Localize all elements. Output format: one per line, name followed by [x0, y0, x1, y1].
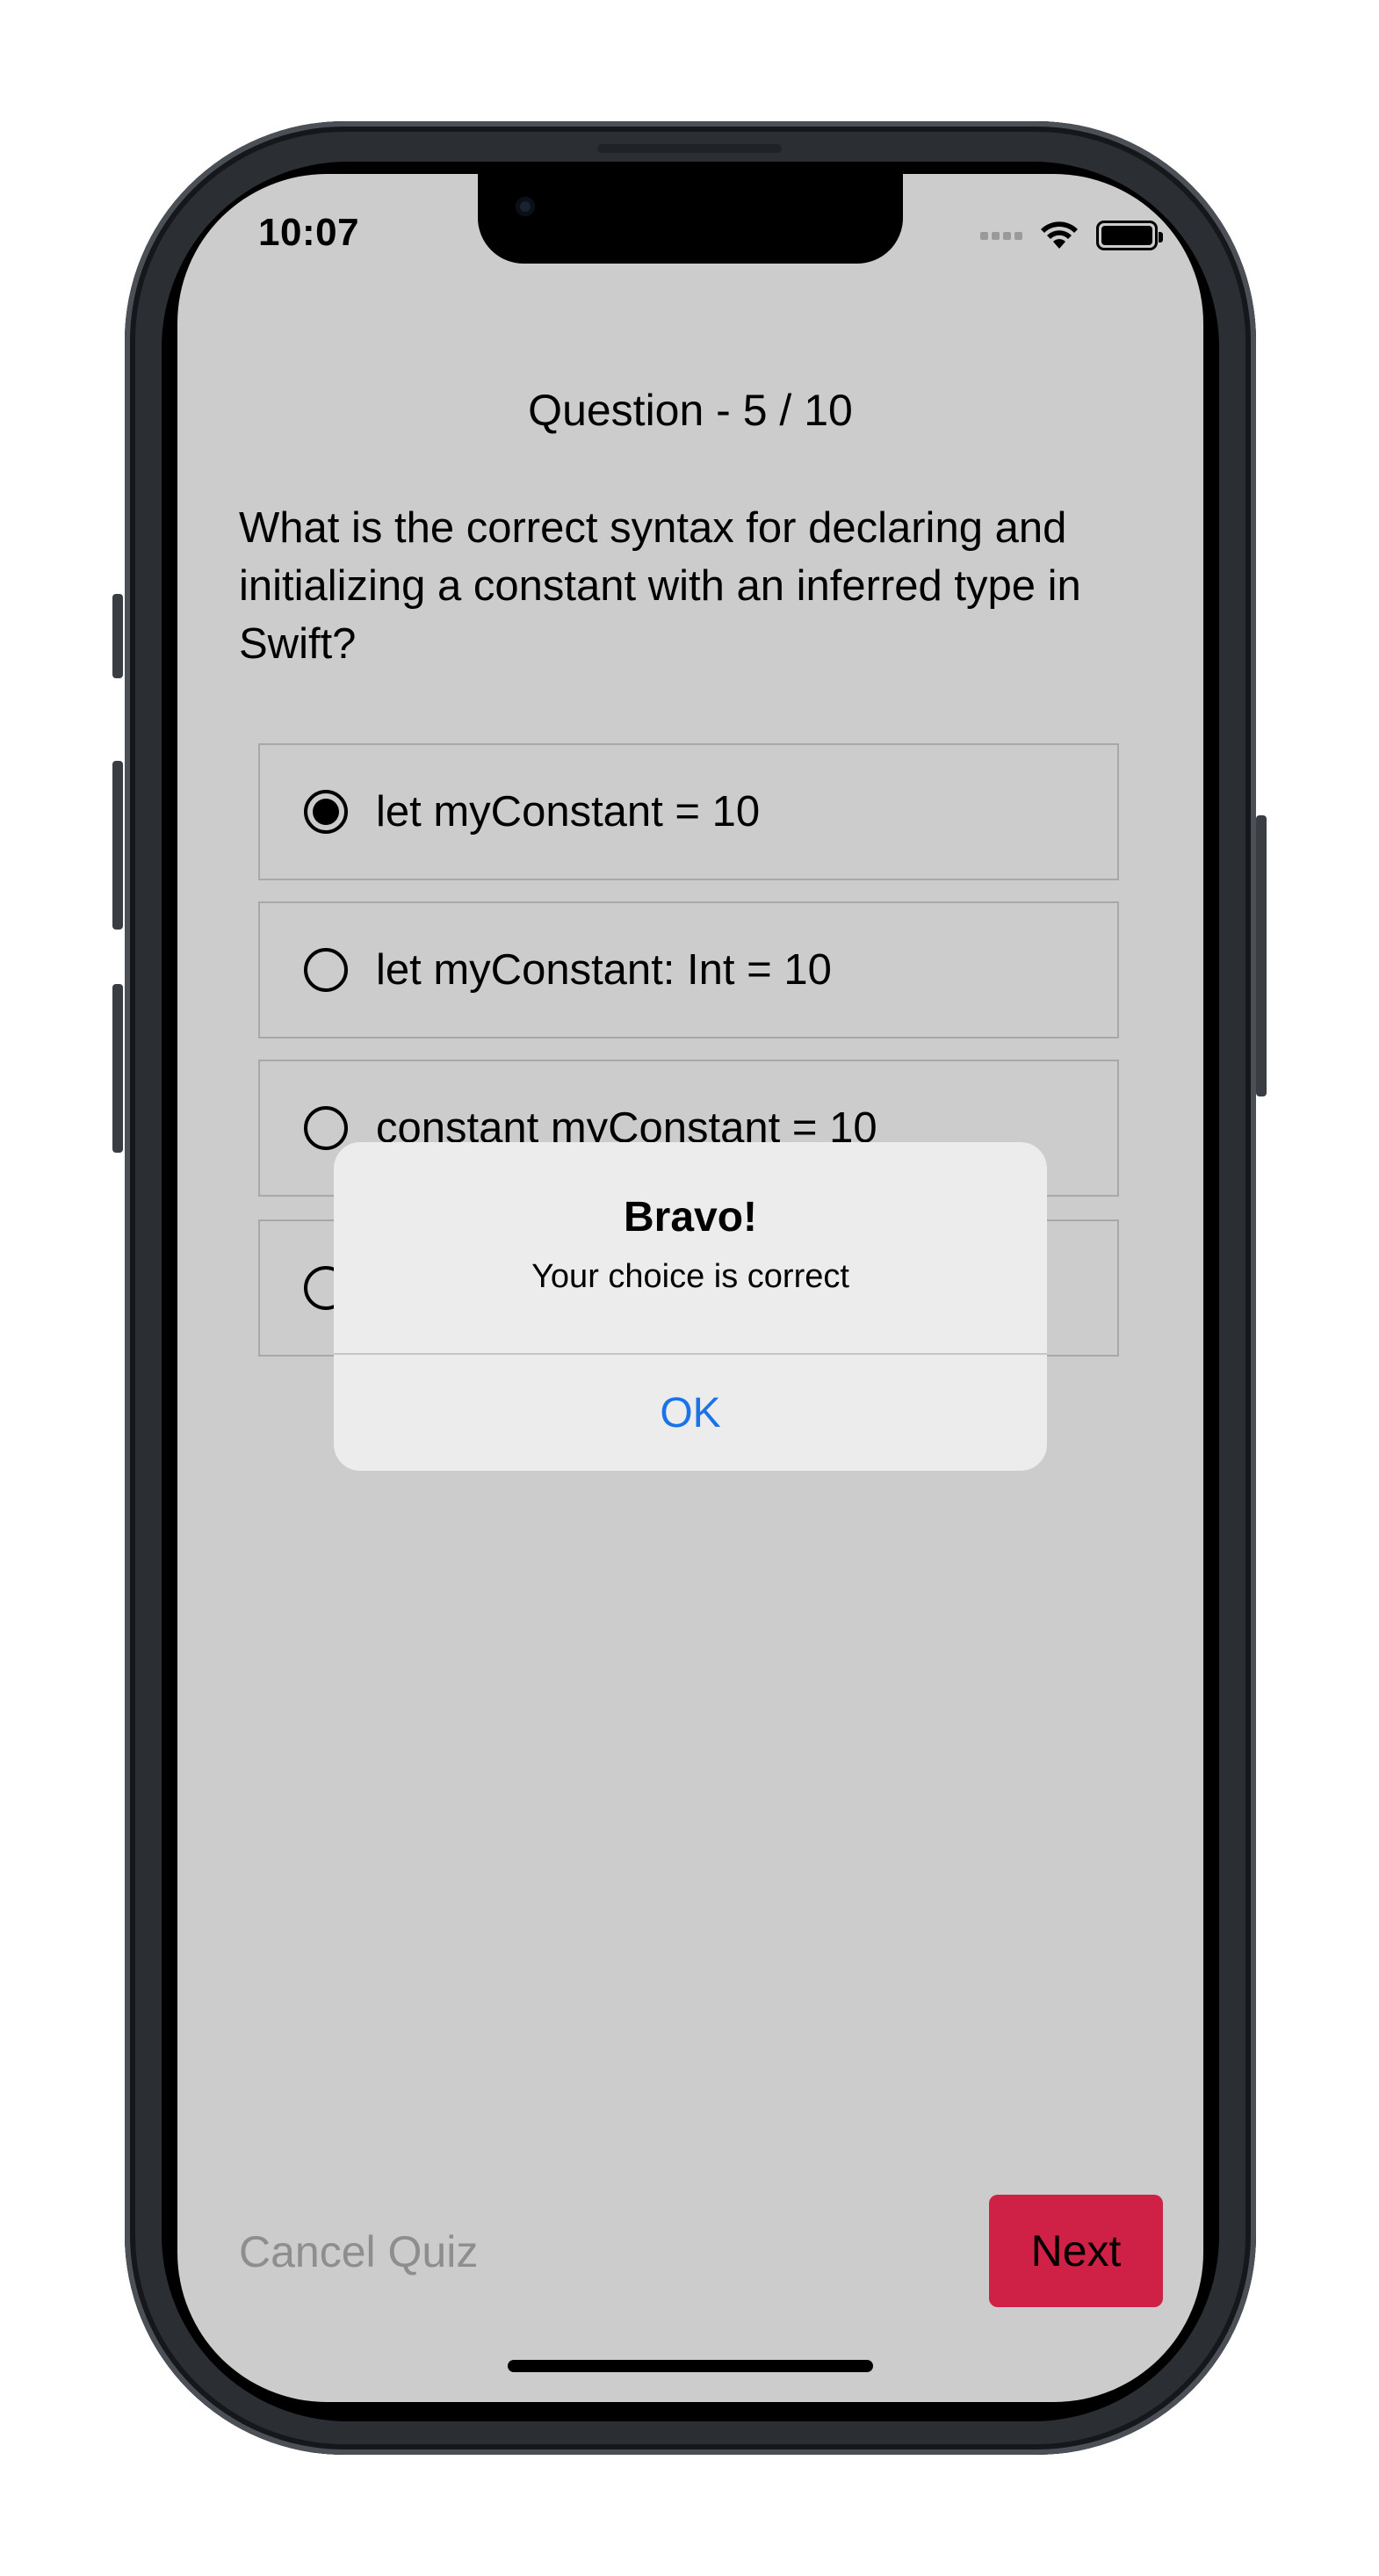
notch: [478, 174, 903, 264]
answer-option-1[interactable]: let myConstant = 10: [258, 743, 1119, 880]
status-icons: [980, 220, 1163, 251]
answer-option-label: let myConstant: Int = 10: [376, 946, 832, 994]
radio-selected-icon[interactable]: [304, 790, 348, 834]
volume-down-button: [112, 984, 123, 1153]
question-progress: Question - 5 / 10: [528, 386, 853, 435]
home-indicator[interactable]: [508, 2360, 873, 2372]
speaker-grille: [597, 144, 782, 153]
signal-dots-icon: [980, 231, 1022, 240]
wifi-icon: [1041, 221, 1078, 249]
camera-icon: [516, 197, 535, 216]
alert-message: Your choice is correct: [531, 1258, 849, 1295]
screen: 10:07 Question - 5 / 10 What is the corr…: [177, 174, 1203, 2402]
battery-icon: [1096, 221, 1163, 250]
answer-option-2[interactable]: let myConstant: Int = 10: [258, 901, 1119, 1038]
radio-unselected-icon[interactable]: [304, 948, 348, 992]
cancel-quiz-button[interactable]: Cancel Quiz: [239, 2226, 478, 2277]
alert-title: Bravo!: [623, 1194, 758, 1241]
result-alert: Bravo! Your choice is correct OK: [334, 1142, 1047, 1471]
question-text: What is the correct syntax for declaring…: [239, 504, 1081, 668]
silent-switch: [112, 594, 123, 678]
alert-ok-button[interactable]: OK: [334, 1355, 1047, 1471]
status-time: 10:07: [258, 211, 360, 254]
radio-unselected-icon[interactable]: [304, 1106, 348, 1150]
volume-up-button: [112, 761, 123, 930]
next-button[interactable]: Next: [989, 2195, 1163, 2307]
bottom-bar: Cancel Quiz Next: [177, 2195, 1203, 2309]
answer-option-label: let myConstant = 10: [376, 788, 761, 836]
power-button: [1256, 815, 1267, 1096]
